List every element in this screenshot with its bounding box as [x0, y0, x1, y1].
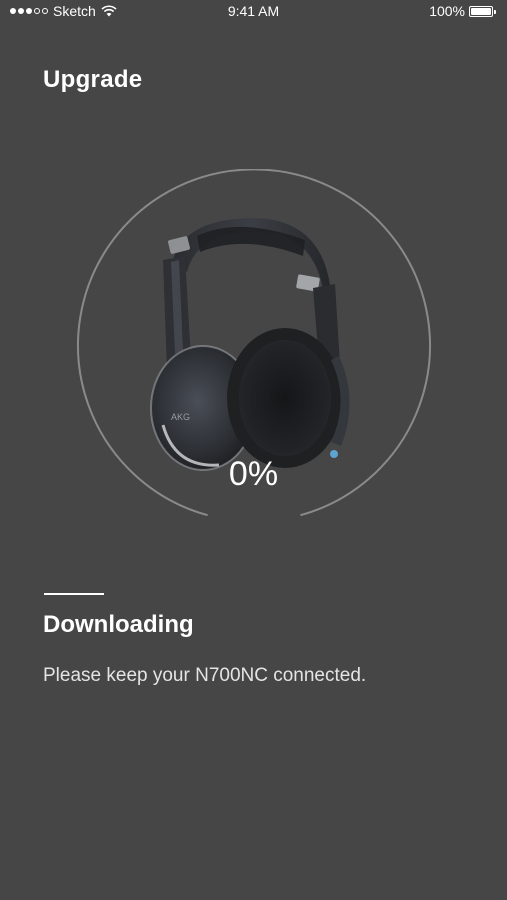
section-divider	[44, 593, 104, 595]
brand-logo: AKG	[171, 412, 190, 422]
status-message: Please keep your N700NC connected.	[43, 665, 367, 686]
page-title: Upgrade	[43, 66, 143, 93]
status-bar: Sketch 9:41 AM 100%	[0, 0, 507, 22]
headphones-image: AKG	[150, 218, 350, 471]
battery-fill	[471, 7, 491, 15]
battery-icon	[469, 5, 496, 17]
battery-percent: 100%	[429, 3, 465, 19]
progress-percent: 0%	[228, 455, 279, 493]
status-title: Downloading	[43, 611, 194, 638]
status-right: 100%	[429, 3, 496, 19]
